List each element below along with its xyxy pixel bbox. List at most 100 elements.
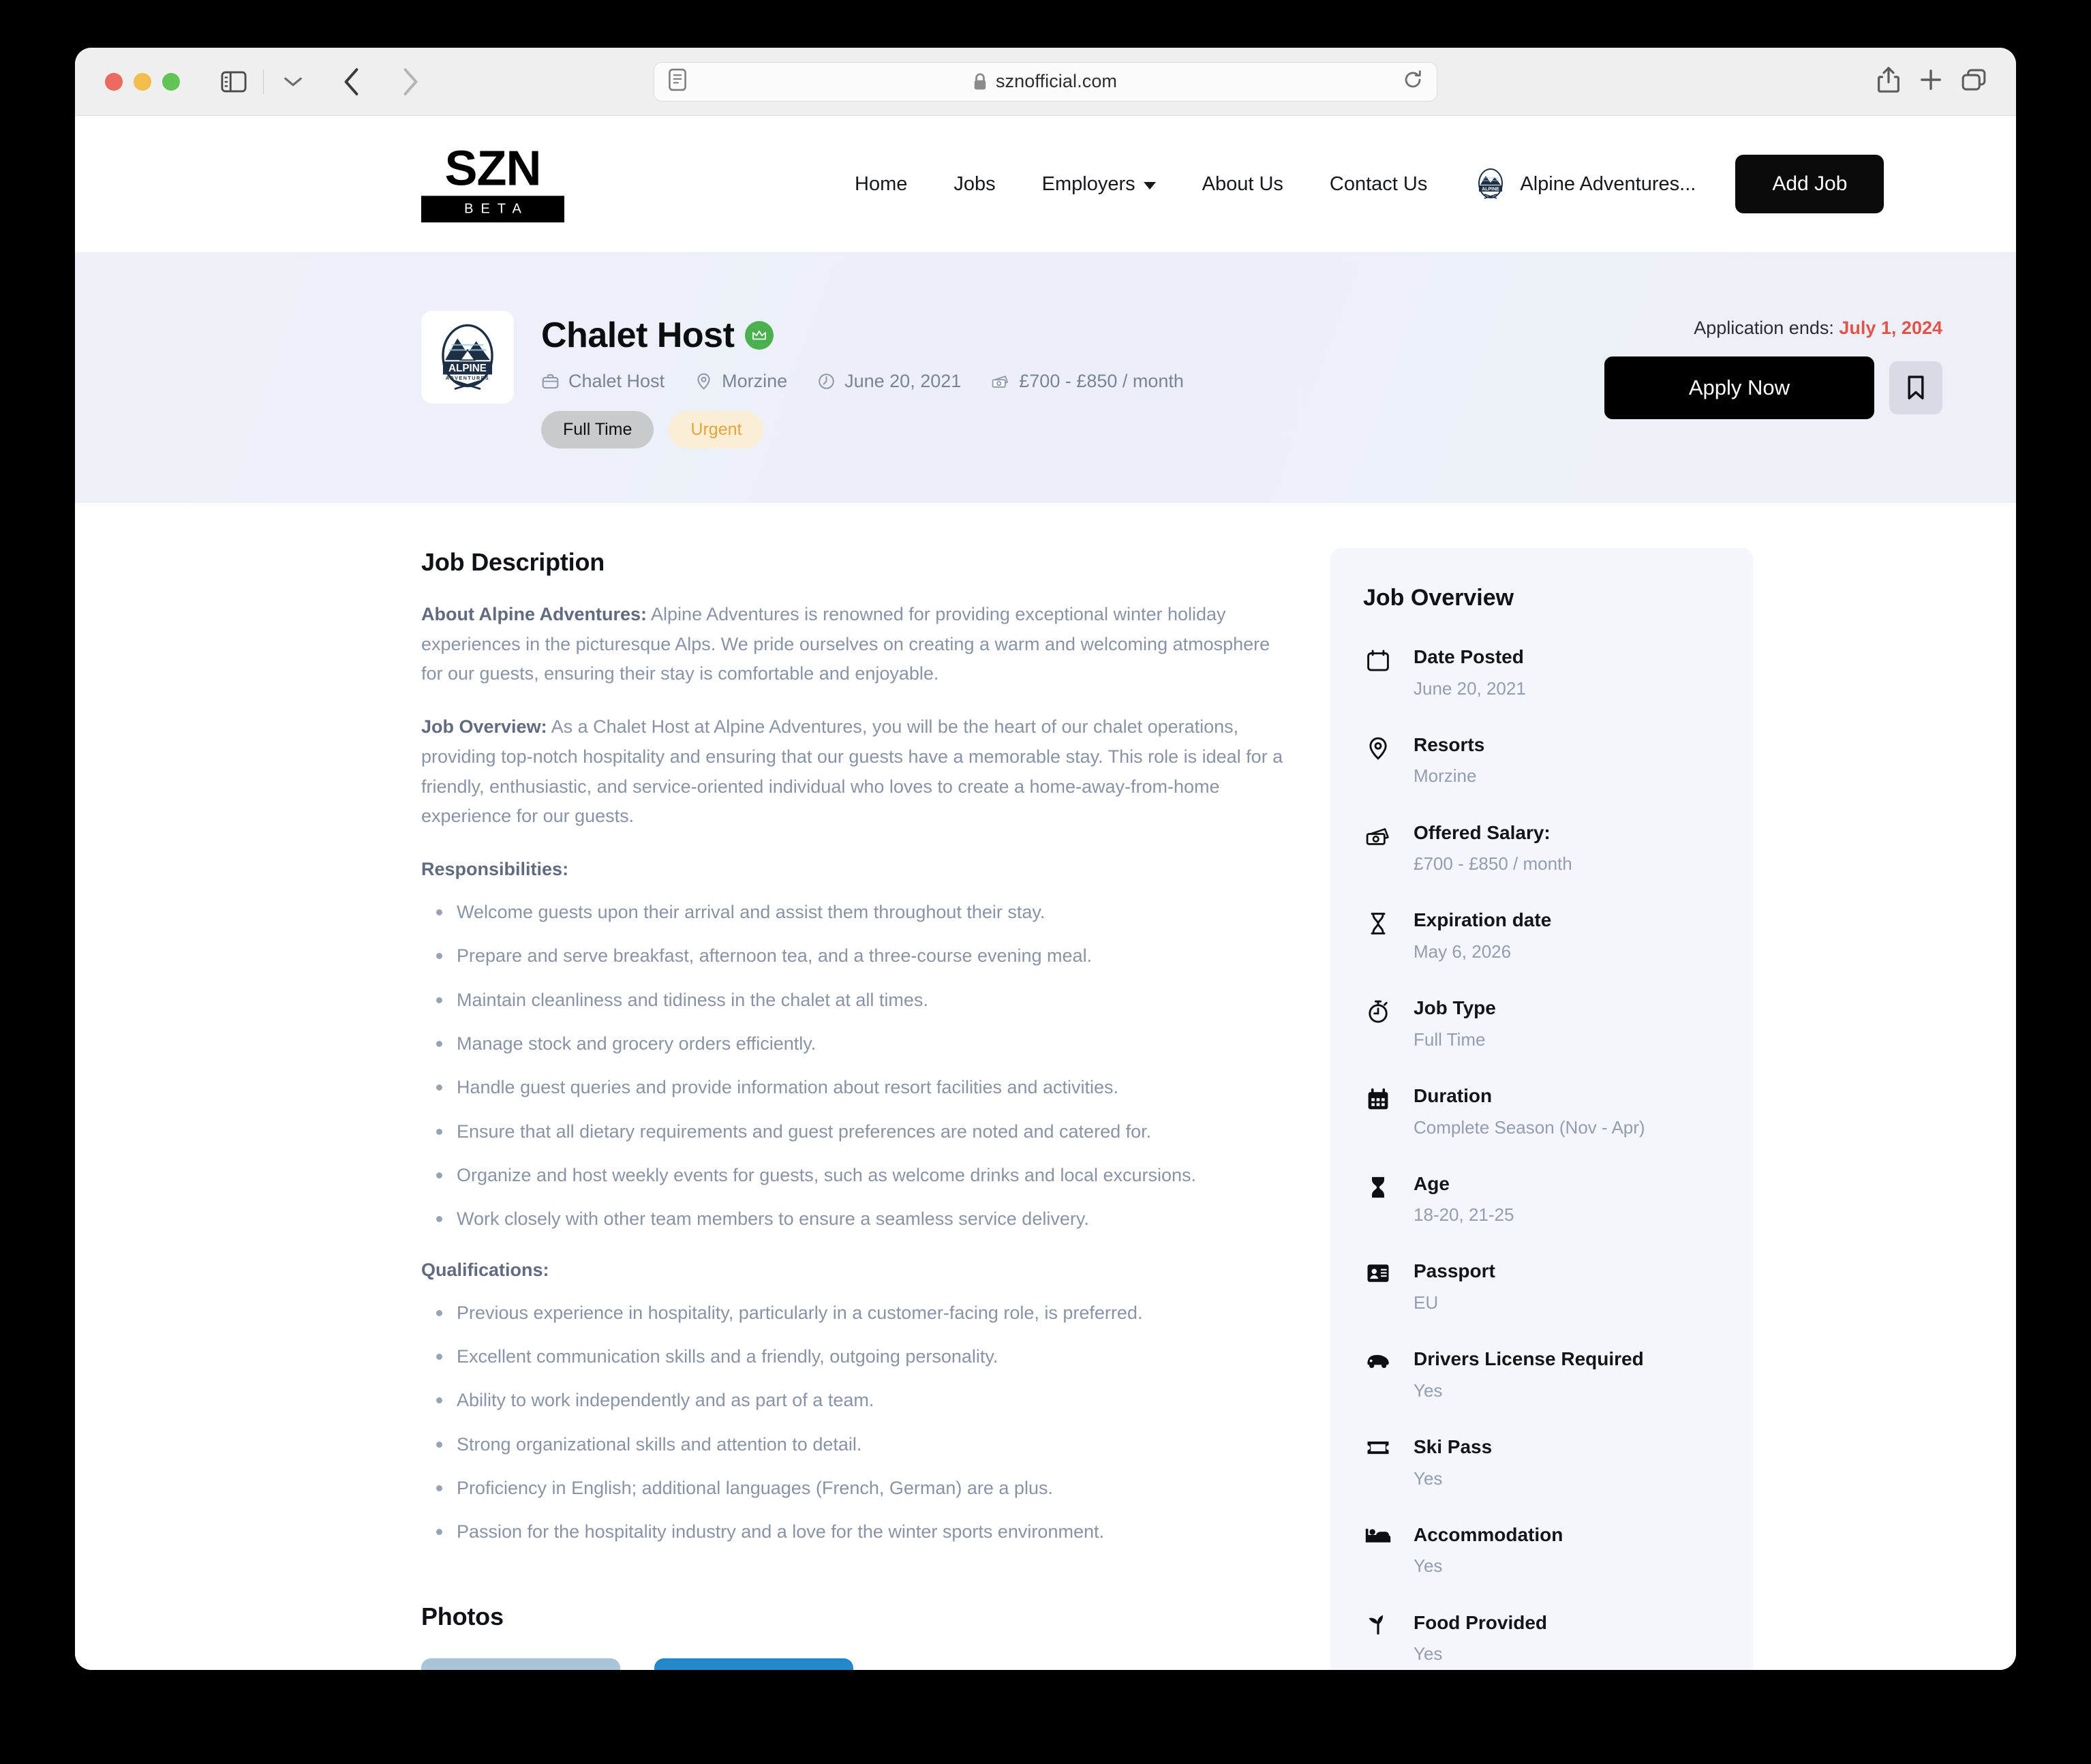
list-item: Ability to work independently and as par… [436, 1387, 1288, 1413]
overview-label: Job Type [1414, 997, 1496, 1019]
toolbar-divider [263, 69, 264, 94]
reload-button[interactable] [1403, 70, 1423, 93]
nav-item-employers[interactable]: Employers [1019, 173, 1179, 196]
nav-item-home[interactable]: Home [831, 173, 930, 196]
share-icon [1878, 67, 1899, 93]
reload-icon [1405, 70, 1421, 88]
overview-value: Yes [1414, 1643, 1443, 1664]
crown-icon [752, 331, 767, 340]
overview-value: Yes [1414, 1555, 1443, 1577]
application-deadline-label: Application ends: [1694, 318, 1834, 338]
alpine-adventures-logo-icon: ALPINE ADVENTURES [442, 324, 493, 390]
hourglass-icon [1363, 1172, 1393, 1200]
nav-item-contact-us[interactable]: Contact Us [1307, 173, 1450, 196]
application-deadline: Application ends: July 1, 2024 [1694, 318, 1942, 339]
page-title: Chalet Host [541, 316, 735, 355]
overview-value: Full Time [1414, 1029, 1486, 1050]
list-item: Welcome guests upon their arrival and as… [436, 899, 1288, 925]
forward-arrow-icon [403, 67, 418, 95]
overview-row-date-posted: Date Posted June 20, 2021 [1363, 645, 1720, 699]
nav-label: Employers [1041, 172, 1135, 195]
about-label: About Alpine Adventures: [421, 604, 647, 624]
svg-text:ALPINE: ALPINE [448, 363, 487, 374]
overview-label: Expiration date [1414, 909, 1552, 931]
main-navigation: Home Jobs Employers About Us Contact Us [831, 155, 1884, 213]
nav-item-jobs[interactable]: Jobs [930, 173, 1018, 196]
share-button[interactable] [1877, 66, 1900, 97]
about-paragraph: About Alpine Adventures: Alpine Adventur… [421, 600, 1288, 689]
list-item: Ensure that all dietary requirements and… [436, 1119, 1288, 1144]
overview-label: Ski Pass [1414, 1436, 1493, 1458]
back-arrow-icon [344, 67, 358, 95]
overview-value: Morzine [1414, 765, 1477, 787]
meta-date-posted: June 20, 2021 [817, 371, 961, 392]
reader-view-button[interactable] [668, 68, 687, 95]
section-title-job-description: Job Description [421, 548, 605, 576]
list-item: Proficiency in English; additional langu… [436, 1475, 1288, 1501]
svg-text:ALPINE: ALPINE [1482, 187, 1500, 192]
meta-location: Morzine [695, 371, 787, 392]
lock-icon [974, 73, 986, 89]
overview-value: EU [1414, 1292, 1439, 1313]
list-item: Strong organizational skills and attenti… [436, 1431, 1288, 1457]
list-item: Handle guest queries and provide informa… [436, 1074, 1288, 1100]
photo-thumbnail[interactable] [654, 1658, 853, 1670]
nav-label: Contact Us [1329, 172, 1428, 195]
meta-job-role: Chalet Host [541, 371, 665, 392]
overview-value: Yes [1414, 1468, 1443, 1489]
list-item: Manage stock and grocery orders efficien… [436, 1031, 1288, 1056]
sidebar-menu-button[interactable] [275, 63, 311, 100]
logo-wordmark: SZN [444, 141, 542, 196]
reader-view-icon [669, 68, 686, 91]
browser-window: sznofficial.com SZN BETA Home Jobs Emplo… [75, 48, 2016, 1670]
car-icon [1363, 1348, 1393, 1369]
overview-text: As a Chalet Host at Alpine Adventures, y… [421, 716, 1283, 827]
minimize-window-button[interactable] [134, 72, 151, 91]
ski-resort-gondolas-image [421, 1658, 620, 1670]
add-job-button[interactable]: Add Job [1735, 155, 1884, 213]
address-bar[interactable]: sznofficial.com [654, 61, 1437, 102]
job-overview-column: Job Overview Date Posted June 20, 2021 R… [1330, 548, 1753, 1670]
meta-salary: £700 - £850 / month [991, 371, 1184, 392]
back-button[interactable] [333, 63, 370, 100]
photo-thumbnail[interactable] [421, 1658, 620, 1670]
bed-icon [1363, 1523, 1393, 1544]
tab-overview-button[interactable] [1962, 68, 1986, 95]
qualifications-list: Previous experience in hospitality, part… [421, 1300, 1288, 1545]
list-item: Prepare and serve breakfast, afternoon t… [436, 943, 1288, 969]
nav-item-about-us[interactable]: About Us [1179, 173, 1307, 196]
forward-button[interactable] [392, 63, 429, 100]
overview-row-ski-pass: Ski Pass Yes [1363, 1435, 1720, 1489]
overview-row-age: Age 18-20, 21-25 [1363, 1172, 1720, 1226]
meta-text: June 20, 2021 [844, 371, 962, 391]
svg-text:ADVENTURES: ADVENTURES [446, 375, 489, 381]
list-item: Organize and host weekly events for gues… [436, 1162, 1288, 1188]
job-title-row: Chalet Host [541, 315, 1184, 356]
overview-value: Complete Season (Nov - Apr) [1414, 1116, 1645, 1138]
window-controls [105, 72, 180, 91]
close-window-button[interactable] [105, 72, 123, 91]
job-overview-card: Job Overview Date Posted June 20, 2021 R… [1330, 548, 1753, 1670]
apply-now-button[interactable]: Apply Now [1604, 356, 1874, 419]
maximize-window-button[interactable] [162, 72, 180, 91]
qualifications-label: Qualifications [421, 1259, 543, 1280]
url-display[interactable]: sznofficial.com [687, 71, 1403, 92]
save-job-button[interactable] [1889, 361, 1942, 414]
site-logo[interactable]: SZN BETA [421, 141, 564, 223]
user-account-link[interactable]: ALPINE Alpine Adventures... [1450, 167, 1719, 201]
overview-label: Offered Salary: [1414, 821, 1551, 843]
briefcase-icon [542, 374, 559, 389]
calendar-icon [1363, 645, 1393, 673]
meta-text: £700 - £850 / month [1019, 371, 1184, 391]
stopwatch-icon [1363, 997, 1393, 1024]
overview-value: May 6, 2026 [1414, 941, 1512, 962]
id-card-icon [1363, 1260, 1393, 1284]
sprout-icon [1363, 1611, 1393, 1636]
browser-toolbar: sznofficial.com [75, 48, 2016, 116]
clock-icon [819, 374, 834, 389]
sidebar-toggle-button[interactable] [215, 63, 252, 100]
overview-value: June 20, 2021 [1414, 678, 1526, 699]
overview-label: Drivers License Required [1414, 1348, 1644, 1370]
section-title-photos: Photos [421, 1602, 504, 1630]
new-tab-button[interactable] [1919, 68, 1942, 95]
